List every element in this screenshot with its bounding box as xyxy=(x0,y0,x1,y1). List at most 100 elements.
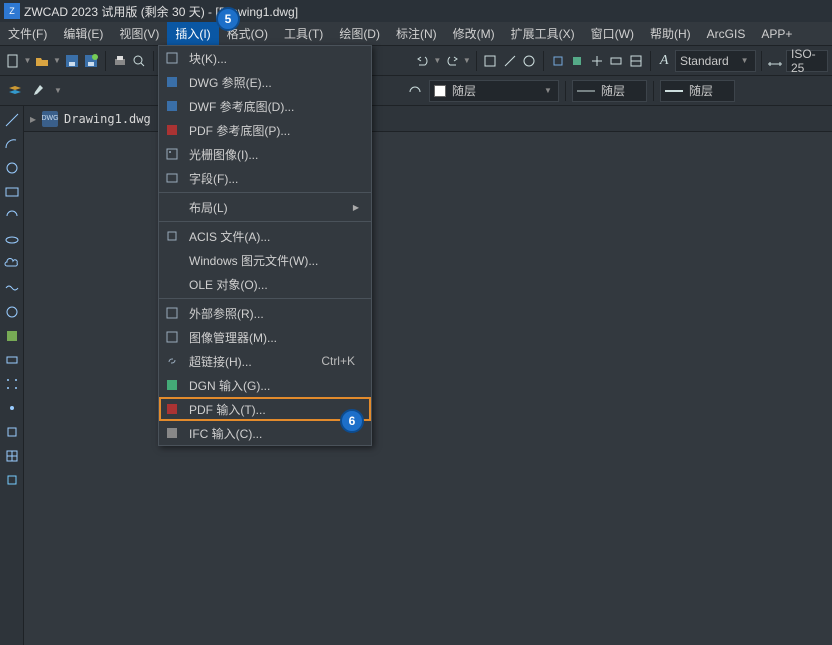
ifc-icon xyxy=(159,426,185,440)
menu-item-pdfin[interactable]: PDF 输入(T)... xyxy=(159,397,371,421)
tab-arrow-icon[interactable]: ▸ xyxy=(30,112,36,126)
lineweight-combo[interactable]: 随层 xyxy=(660,80,735,102)
menu-item-ifc[interactable]: IFC 输入(C)... xyxy=(159,421,371,445)
oval-tool-button[interactable] xyxy=(2,302,22,322)
menu-item-xref[interactable]: 外部参照(R)... xyxy=(159,301,371,325)
menu-item-dgn[interactable]: DGN 输入(G)... xyxy=(159,373,371,397)
cloud-tool-button[interactable] xyxy=(2,254,22,274)
menu-item-label: ACIS 文件(A)... xyxy=(185,228,365,245)
menu-f[interactable]: 文件(F) xyxy=(0,22,55,45)
dim-style-value: ISO-25 xyxy=(791,47,823,75)
tool-a-button[interactable] xyxy=(482,50,500,72)
line-tool-button[interactable] xyxy=(2,110,22,130)
separator xyxy=(761,51,762,71)
menu-n[interactable]: 标注(N) xyxy=(388,22,445,45)
dropdown-arrow-icon[interactable]: ▼ xyxy=(53,56,61,65)
text-style-combo[interactable]: Standard▼ xyxy=(675,50,756,72)
menu-item-imgmgr[interactable]: 图像管理器(M)... xyxy=(159,325,371,349)
toolbar-layers: ▼ 随层 ▼ 随层 随层 xyxy=(0,76,832,106)
menu-x[interactable]: 扩展工具(X) xyxy=(503,22,583,45)
drawing-canvas[interactable]: ▸ DWG Drawing1.dwg ✕ xyxy=(24,106,832,645)
color-combo[interactable]: 随层 ▼ xyxy=(429,80,559,102)
menu-item-item[interactable]: OLE 对象(O)... xyxy=(159,272,371,296)
dim-style-combo[interactable]: ISO-25 xyxy=(786,50,828,72)
menu-item-pdf[interactable]: PDF 参考底图(P)... xyxy=(159,118,371,142)
color-tool-button[interactable] xyxy=(404,80,426,102)
dwg-icon xyxy=(159,75,185,89)
menu-item-label: IFC 输入(C)... xyxy=(185,425,365,442)
sqo-tool-button[interactable] xyxy=(2,470,22,490)
open-file-button[interactable] xyxy=(34,50,52,72)
layer-props-button[interactable] xyxy=(4,80,26,102)
tool-b-button[interactable] xyxy=(501,50,519,72)
menu-item-label: PDF 参考底图(P)... xyxy=(185,122,365,139)
app-logo-icon: Z xyxy=(4,3,20,19)
file-tab-bar: ▸ DWG Drawing1.dwg ✕ xyxy=(24,106,832,132)
tool-d-button[interactable] xyxy=(549,50,567,72)
dropdown-arrow-icon[interactable]: ▼ xyxy=(24,56,32,65)
menu-item-dwg[interactable]: DWG 参照(E)... xyxy=(159,70,371,94)
file-tab[interactable]: Drawing1.dwg xyxy=(64,112,151,126)
saveas-button[interactable] xyxy=(83,50,101,72)
tool-f-button[interactable] xyxy=(588,50,606,72)
new-file-button[interactable] xyxy=(4,50,22,72)
separator xyxy=(653,81,654,101)
grid-tool-button[interactable] xyxy=(2,446,22,466)
save-button[interactable] xyxy=(63,50,81,72)
dropdown-arrow-icon[interactable]: ▼ xyxy=(433,56,441,65)
undo-button[interactable] xyxy=(414,50,432,72)
menu-item-label: 块(K)... xyxy=(185,50,365,67)
menu-item-item[interactable]: Windows 图元文件(W)... xyxy=(159,248,371,272)
layer-tool-button[interactable] xyxy=(29,80,51,102)
pt-tool-button[interactable] xyxy=(2,398,22,418)
wave-tool-button[interactable] xyxy=(2,278,22,298)
separator xyxy=(105,51,106,71)
fill-tool-button[interactable] xyxy=(2,326,22,346)
tool-c-button[interactable] xyxy=(521,50,539,72)
menu-item-item[interactable]: 布局(L)▶ xyxy=(159,195,371,219)
preview-button[interactable] xyxy=(130,50,148,72)
menu-e[interactable]: 编辑(E) xyxy=(55,22,111,45)
separator xyxy=(565,81,566,101)
chevron-down-icon: ▼ xyxy=(741,56,751,65)
sq-tool-button[interactable] xyxy=(2,422,22,442)
menu-item-label: 光栅图像(I)... xyxy=(185,146,365,163)
menu-app[interactable]: APP+ xyxy=(753,22,800,45)
dots-tool-button[interactable] xyxy=(2,374,22,394)
menu-item-dwf[interactable]: DWF 参考底图(D)... xyxy=(159,94,371,118)
print-button[interactable] xyxy=(111,50,129,72)
rect-tool-button[interactable] xyxy=(2,182,22,202)
dim-style-icon[interactable] xyxy=(766,50,784,72)
menu-item-img[interactable]: 光栅图像(I)... xyxy=(159,142,371,166)
text-style-icon[interactable]: A xyxy=(655,50,673,72)
menu-item-label: DWF 参考底图(D)... xyxy=(185,98,365,115)
dropdown-arrow-icon[interactable]: ▼ xyxy=(54,86,64,95)
tool-h-button[interactable] xyxy=(627,50,645,72)
menu-h[interactable]: 帮助(H) xyxy=(642,22,699,45)
dropdown-arrow-icon[interactable]: ▼ xyxy=(463,56,471,65)
menu-t[interactable]: 工具(T) xyxy=(276,22,331,45)
circle-tool-button[interactable] xyxy=(2,158,22,178)
redo-button[interactable] xyxy=(443,50,461,72)
carc-tool-button[interactable] xyxy=(2,206,22,226)
menu-i[interactable]: 插入(I) xyxy=(167,22,218,45)
rectf-tool-button[interactable] xyxy=(2,350,22,370)
menu-item-label: Windows 图元文件(W)... xyxy=(185,252,365,269)
ellipse-tool-button[interactable] xyxy=(2,230,22,250)
linetype-combo[interactable]: 随层 xyxy=(572,80,647,102)
menu-v[interactable]: 视图(V) xyxy=(111,22,167,45)
menu-arcgis[interactable]: ArcGIS xyxy=(699,22,754,45)
menu-separator xyxy=(159,298,371,299)
menu-item-field[interactable]: 字段(F)... xyxy=(159,166,371,190)
arc-tool-button[interactable] xyxy=(2,134,22,154)
menu-item-acis[interactable]: ACIS 文件(A)... xyxy=(159,224,371,248)
tool-e-button[interactable] xyxy=(569,50,587,72)
menu-d[interactable]: 绘图(D) xyxy=(331,22,388,45)
menu-w[interactable]: 窗口(W) xyxy=(583,22,642,45)
menu-m[interactable]: 修改(M) xyxy=(445,22,503,45)
menu-item-label: 图像管理器(M)... xyxy=(185,329,365,346)
menu-item-link[interactable]: 超链接(H)...Ctrl+K xyxy=(159,349,371,373)
tool-g-button[interactable] xyxy=(608,50,626,72)
img-icon xyxy=(159,147,185,161)
menu-item-block[interactable]: 块(K)... xyxy=(159,46,371,70)
